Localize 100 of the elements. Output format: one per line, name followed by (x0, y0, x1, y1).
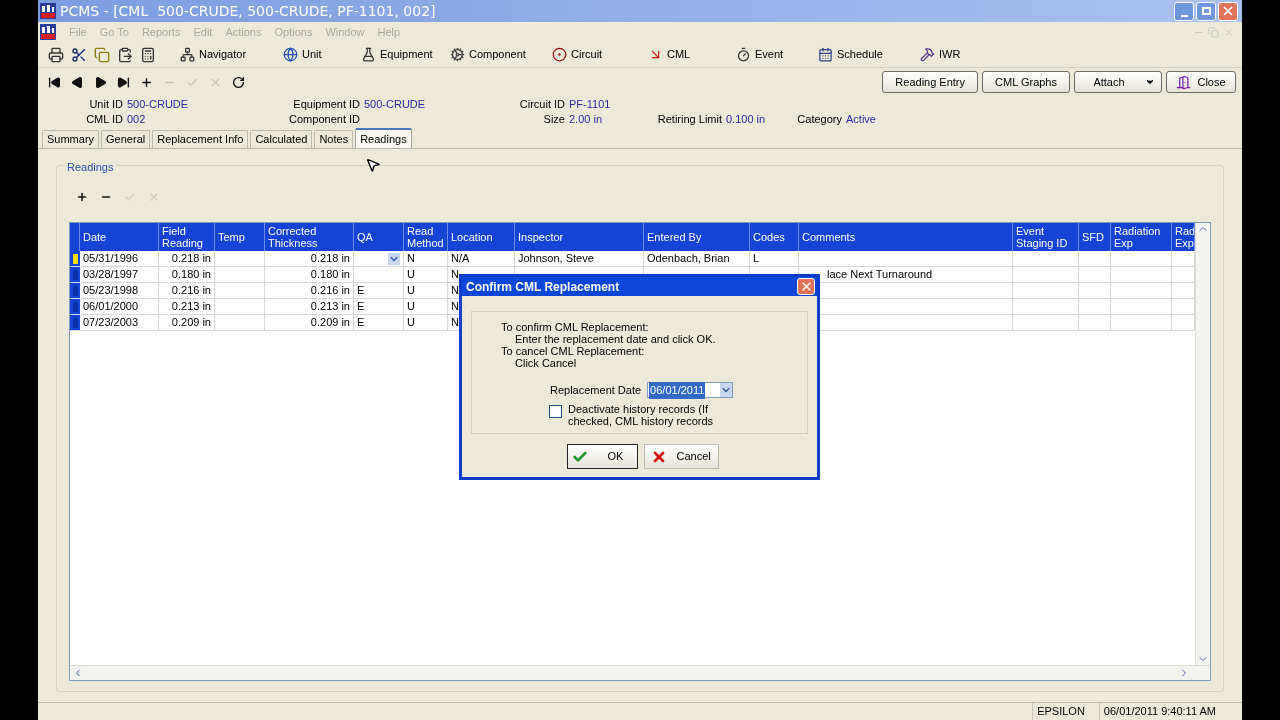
globe-icon (283, 47, 298, 62)
table-cell-text: 0.180 in (171, 267, 211, 283)
table-cell-text: lace Next Turnaround (827, 267, 933, 283)
status-text: EPSILON (1032, 703, 1089, 720)
close-button[interactable] (1218, 1, 1238, 21)
column-header[interactable]: Comments (799, 223, 1013, 251)
checkbox[interactable] (549, 404, 562, 418)
next-icon[interactable] (94, 75, 107, 89)
toolbar-button[interactable]: CML Graphs (982, 71, 1070, 93)
toolbar-button[interactable]: Equipment (359, 46, 435, 63)
tab[interactable]: Replacement Info (152, 130, 249, 148)
minimize-button[interactable] (1174, 1, 1194, 21)
tab[interactable]: Notes (314, 130, 354, 148)
calculator-icon[interactable] (140, 46, 156, 63)
instruction-text: To cancel CML Replacement: (501, 345, 646, 357)
table-cell-text: 0.218 in (310, 251, 350, 267)
column-header[interactable]: Corrected Thickness (265, 223, 354, 251)
table-cell-text: 0.209 in (171, 315, 211, 331)
gear-icon (450, 47, 465, 62)
tab[interactable]: General (101, 130, 151, 148)
scissors-icon[interactable] (71, 46, 87, 63)
date-field[interactable]: 06/01/2011 (647, 382, 734, 399)
column-header[interactable]: QA (354, 223, 404, 251)
vertical-scrollbar[interactable] (1195, 223, 1210, 665)
target-icon (552, 47, 567, 62)
toolbar-button[interactable]: CML (646, 46, 693, 63)
column-header[interactable]: SFD (1079, 223, 1111, 251)
add-icon[interactable] (140, 75, 153, 89)
table-cell-text: 0.218 in (171, 251, 211, 267)
table-cell-text: 0.209 in (310, 315, 350, 331)
field-label: Size (543, 112, 565, 128)
column-header[interactable]: Inspector (515, 223, 644, 251)
close-icon (799, 280, 813, 293)
ok-button[interactable]: OK (566, 444, 638, 469)
column-header[interactable]: Temp (215, 223, 265, 251)
refresh-icon[interactable] (232, 75, 245, 89)
first-record-icon[interactable] (48, 75, 61, 89)
paste-icon[interactable] (117, 46, 133, 63)
close-button[interactable] (797, 278, 815, 295)
status-text: 06/01/2011 9:40:11 AM (1098, 703, 1220, 720)
table-cell-text: L (753, 251, 760, 267)
table-cell-text: N (451, 315, 459, 331)
row-indicator[interactable] (72, 253, 78, 264)
table-cell-text: E (357, 283, 365, 299)
column-header[interactable]: Entered By (644, 223, 750, 251)
field-value: 2.00 in (569, 112, 603, 128)
column-header[interactable]: Radiation Exp (1111, 223, 1172, 251)
add-icon[interactable] (76, 191, 88, 203)
column-header[interactable]: Event Staging ID (1013, 223, 1079, 251)
door-icon (1176, 74, 1192, 90)
table-cell-text: 0.216 in (310, 283, 350, 299)
field-label: Circuit ID (519, 97, 565, 113)
column-header[interactable]: Codes (750, 223, 799, 251)
date-label: Replacement Date (550, 383, 642, 398)
attach-button[interactable]: Attach (1074, 71, 1162, 93)
printer-icon[interactable] (48, 46, 64, 63)
instruction-text: Enter the replacement date and click OK. (514, 333, 717, 345)
field-label: Retiring Limit (657, 112, 722, 128)
toolbar-button[interactable]: Circuit (550, 46, 605, 63)
column-header[interactable]: Location (448, 223, 515, 251)
copy-icon[interactable] (94, 46, 110, 63)
toolbar-button[interactable]: Schedule (816, 46, 885, 63)
flask-icon (361, 47, 376, 62)
pointer-icon (365, 157, 381, 173)
cancel-button[interactable]: Cancel (643, 444, 719, 469)
table-cell-text: 05/23/1998 (83, 283, 139, 299)
table-cell-text: 03/28/1997 (83, 267, 139, 283)
tab[interactable]: Calculated (250, 130, 313, 148)
toolbar-button[interactable]: Component (448, 46, 528, 63)
instruction-text: Click Cancel (514, 357, 578, 369)
dialog-title: Confirm CML Replacement (466, 278, 620, 296)
column-header[interactable]: Field Reading (159, 223, 215, 251)
table-cell-text: 0.216 in (171, 283, 211, 299)
dropdown-icon[interactable] (388, 252, 400, 265)
table-cell-text: 07/23/2003 (83, 315, 139, 331)
toolbar-button[interactable]: Unit (281, 46, 324, 63)
horizontal-scrollbar[interactable] (70, 665, 1210, 680)
tab[interactable]: Readings (355, 128, 412, 148)
last-record-icon[interactable] (117, 75, 130, 89)
field-label: CML ID (86, 112, 123, 128)
checkbox-label: Deactivate history records (If checked, CML history records (568, 402, 715, 427)
table-cell-text: N (407, 251, 415, 267)
app-logo-icon (40, 24, 56, 40)
previous-icon[interactable] (71, 75, 84, 89)
toolbar-button[interactable]: Event (734, 46, 786, 63)
close-icon (1221, 4, 1235, 18)
caret-icon (1144, 77, 1155, 87)
field-value: 002 (127, 112, 146, 128)
toolbar-button[interactable]: Reading Entry (882, 71, 979, 93)
table-cell-text: N/A (451, 251, 470, 267)
close-button[interactable]: Close (1166, 71, 1236, 93)
restore-button[interactable] (1196, 1, 1216, 21)
column-header[interactable]: Read Method (404, 223, 448, 251)
tab[interactable]: Summary (42, 130, 100, 148)
toolbar-button[interactable]: Navigator (178, 46, 249, 63)
toolbar-button[interactable]: IWR (918, 46, 963, 63)
field-value: 500-CRUDE (127, 97, 189, 113)
column-header[interactable]: Date (80, 223, 159, 251)
table-cell-text: U (407, 267, 415, 283)
calendar-icon (818, 47, 833, 62)
